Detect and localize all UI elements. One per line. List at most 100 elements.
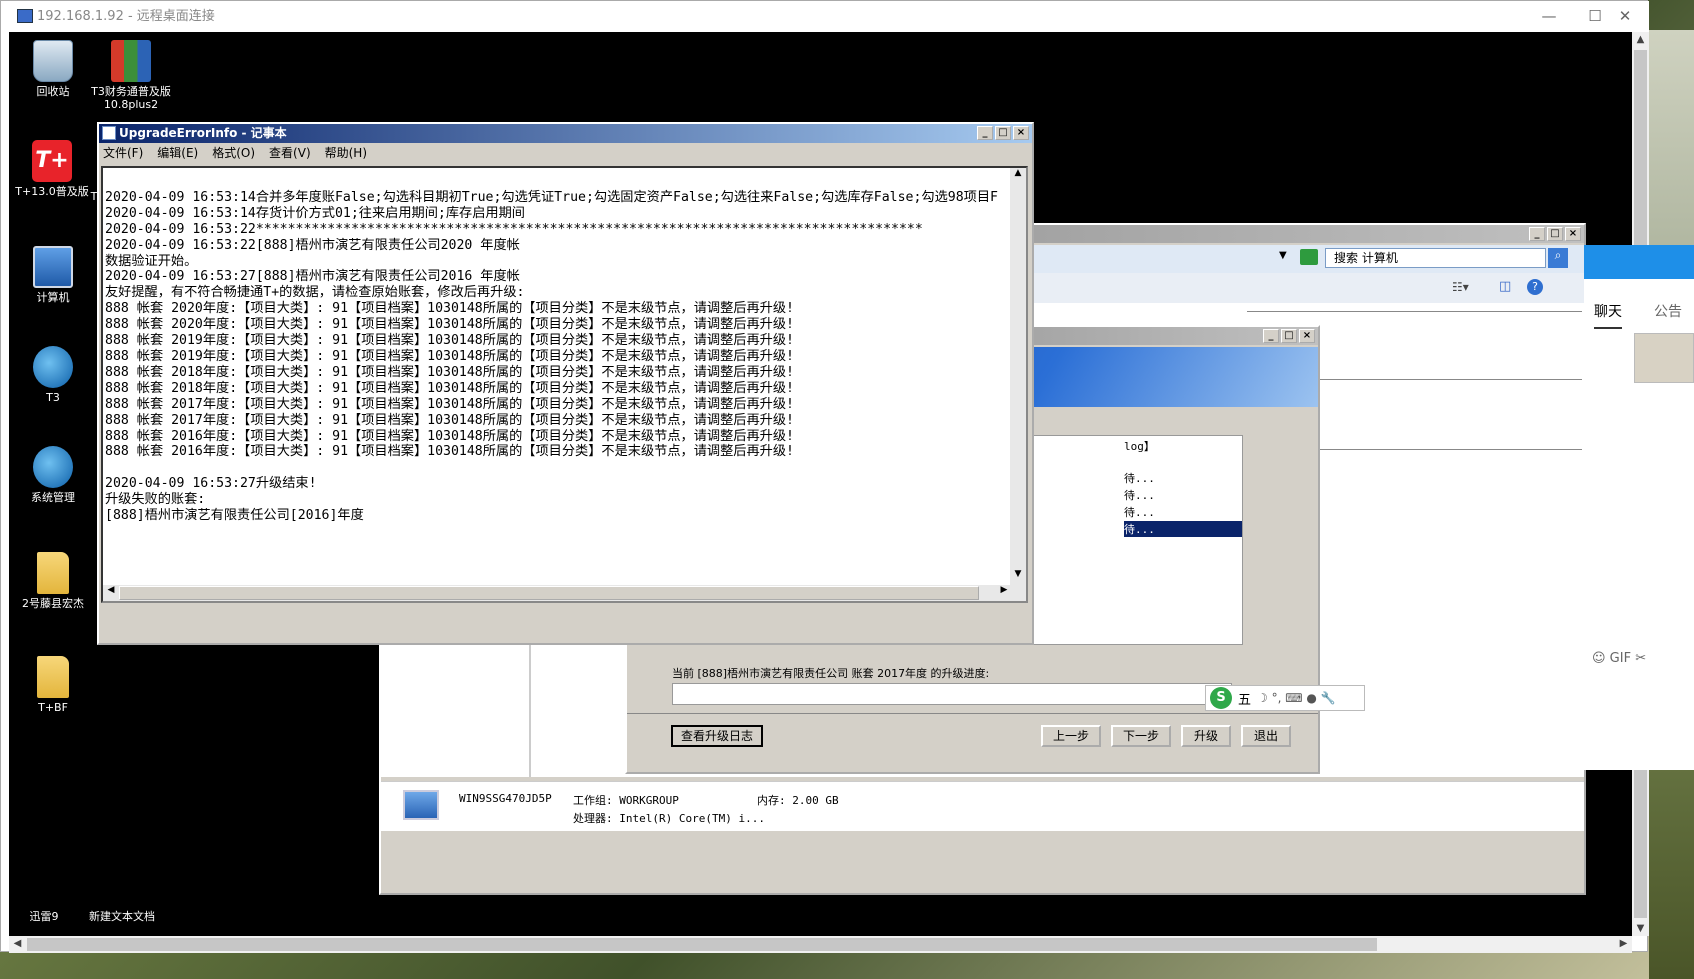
vertical-scrollbar[interactable]: ▲ ▼ (1010, 168, 1026, 601)
list-item[interactable]: 待... (1124, 487, 1155, 503)
menu-help[interactable]: 帮助(H) (325, 143, 367, 163)
horizontal-scrollbar[interactable]: ◀ ▶ (103, 585, 1012, 601)
shared-image-thumbnail[interactable] (1634, 333, 1694, 383)
list-header: log】 (1124, 440, 1155, 453)
notepad-line: 升级失败的账套: (105, 492, 206, 508)
upgrade-progress-bar (672, 683, 1232, 705)
desktop-icon-label: T+13.0普及版 (15, 185, 89, 198)
notepad-line: 888 帐套 2019年度:【项目大类】: 91【项目档案】1030148所属的… (105, 333, 794, 349)
scroll-up-icon[interactable]: ▲ (1010, 168, 1026, 184)
notepad-line: 2020-04-09 16:53:27升级结束! (105, 476, 317, 492)
exit-button[interactable]: 退出 (1241, 725, 1291, 747)
previous-step-button[interactable]: 上一步 (1041, 725, 1101, 747)
upgrade-button[interactable]: 升级 (1181, 725, 1231, 747)
preview-pane-icon[interactable]: ◫ (1499, 279, 1511, 294)
desktop-icon-label: 迅雷9 (29, 910, 59, 923)
help-icon[interactable]: ? (1527, 279, 1543, 295)
list-item[interactable]: 待... (1124, 470, 1155, 486)
desktop-icon-label: T3 (46, 391, 60, 404)
desktop-icon-t3[interactable]: T3 (13, 346, 93, 404)
notepad-window: UpgradeErrorInfo - 记事本 _ □ × 文件(F) 编辑(E)… (97, 122, 1034, 645)
sogou-logo-icon[interactable]: S (1210, 687, 1232, 709)
details-pane: WIN9SSG470JD5P 工作组: WORKGROUP 内存: 2.00 G… (381, 781, 1584, 831)
desktop-icon-label: 计算机 (36, 291, 70, 304)
desktop-icon-label: 系统管理 (31, 491, 75, 504)
close-button[interactable]: × (1013, 126, 1029, 140)
desktop-icon-tplus[interactable]: T+ T+13.0普及版 (9, 140, 95, 198)
notepad-titlebar[interactable]: UpgradeErrorInfo - 记事本 _ □ × (99, 124, 1032, 143)
scroll-thumb[interactable] (119, 586, 979, 600)
refresh-icon[interactable] (1300, 249, 1318, 265)
list-item[interactable]: 待... (1124, 504, 1155, 520)
notepad-text-area[interactable]: 2020-04-09 16:53:14合并多年度账False;勾选科目期初Tru… (101, 166, 1028, 603)
rdp-titlebar[interactable]: 192.168.1.92 - 远程桌面连接 (1, 1, 1649, 32)
scroll-down-icon[interactable]: ▼ (1632, 923, 1649, 934)
ime-toolbar[interactable]: S 五 ☽ °, ⌨ ● 🔧 (1205, 685, 1365, 711)
chevron-down-icon[interactable]: ▼ (1279, 250, 1287, 261)
rdp-close-button[interactable]: ✕ (1602, 1, 1648, 32)
notepad-line: 友好提醒，有不符合畅捷通T+的数据，请检查原始账套，修改后再升级: (105, 285, 525, 301)
notepad-line (105, 460, 1005, 476)
desktop-icon-t3-finance[interactable]: T3财务通普及版10.8plus2 (87, 40, 175, 111)
menu-edit[interactable]: 编辑(E) (157, 143, 198, 163)
chat-toolbar-icons[interactable]: ☺ GIF ✂ (1592, 651, 1646, 666)
list-item-selected[interactable]: 待... (1124, 521, 1242, 537)
desktop-icon-label: 回收站 (36, 85, 70, 98)
menu-format[interactable]: 格式(O) (212, 143, 255, 163)
scroll-down-icon[interactable]: ▼ (1010, 569, 1026, 585)
close-button[interactable]: × (1299, 329, 1315, 343)
minimize-button[interactable]: _ (1529, 227, 1545, 241)
rdp-title-text: 192.168.1.92 - 远程桌面连接 (37, 9, 215, 24)
view-options-icon[interactable]: ☷▾ (1452, 280, 1469, 294)
search-icon[interactable]: ⌕ (1548, 248, 1568, 268)
desktop-icon-recycle-bin[interactable]: 回收站 (13, 40, 93, 98)
scroll-up-icon[interactable]: ▲ (1632, 34, 1649, 45)
ime-mode-label[interactable]: 五 (1238, 689, 1251, 708)
chat-header (1584, 245, 1694, 279)
minimize-button[interactable]: _ (1263, 329, 1279, 343)
desktop-icon-folder-1[interactable]: 2号藤县宏杰 (11, 552, 95, 610)
desktop-icon-xunlei[interactable]: 迅雷9 (9, 910, 79, 923)
notepad-line: 888 帐套 2018年度:【项目大类】: 91【项目档案】1030148所属的… (105, 380, 794, 396)
notepad-title: UpgradeErrorInfo - 记事本 (119, 126, 287, 140)
scroll-left-icon[interactable]: ◀ (9, 938, 26, 949)
maximize-button[interactable]: □ (995, 126, 1011, 140)
system-management-icon (33, 446, 73, 488)
computer-name: WIN9SSG470JD5P (459, 792, 552, 805)
next-step-button[interactable]: 下一步 (1111, 725, 1171, 747)
desktop-icon-label: T+BF (38, 701, 68, 714)
close-button[interactable]: × (1565, 227, 1581, 241)
scroll-right-icon[interactable]: ▶ (1615, 938, 1632, 949)
scroll-right-icon[interactable]: ▶ (996, 585, 1012, 601)
tab-notice[interactable]: 公告 (1654, 301, 1682, 321)
desktop-icon-new-text[interactable]: 新建文本文档 (77, 910, 167, 923)
computer-icon (403, 790, 439, 820)
rdp-hscroll-thumb[interactable] (27, 938, 1377, 951)
rdp-horizontal-scrollbar[interactable]: ◀ ▶ (9, 936, 1632, 953)
maximize-button[interactable]: □ (1547, 227, 1563, 241)
notepad-line: 888 帐套 2016年度:【项目大类】: 91【项目档案】1030148所属的… (105, 444, 794, 460)
tab-chat[interactable]: 聊天 (1594, 301, 1622, 329)
ime-tool-icons[interactable]: ☽ °, ⌨ ● 🔧 (1257, 691, 1336, 705)
notepad-menubar: 文件(F) 编辑(E) 格式(O) 查看(V) 帮助(H) (99, 143, 1032, 163)
notepad-line: 888 帐套 2017年度:【项目大类】: 91【项目档案】1030148所属的… (105, 412, 794, 428)
desktop-icon-folder-2[interactable]: T+BF (13, 656, 93, 714)
maximize-button[interactable]: □ (1281, 329, 1297, 343)
search-input[interactable]: 搜索 计算机 (1325, 248, 1546, 268)
notepad-line: [888]梧州市演艺有限责任公司[2016]年度 (105, 508, 364, 524)
desktop-icon-system-management[interactable]: 系统管理 (13, 446, 93, 504)
remote-screen: 回收站 T3财务通普及版10.8plus2 T+ T+13.0普及版 T 计算机… (9, 32, 1632, 936)
menu-view[interactable]: 查看(V) (269, 143, 311, 163)
scroll-left-icon[interactable]: ◀ (103, 585, 119, 601)
menu-file[interactable]: 文件(F) (103, 143, 143, 163)
notepad-line: 888 帐套 2020年度:【项目大类】: 91【项目档案】1030148所属的… (105, 301, 794, 317)
desktop-icon-computer[interactable]: 计算机 (13, 246, 93, 304)
t3-globe-icon (33, 346, 73, 388)
divider (627, 713, 1318, 714)
folder-icon (37, 656, 69, 698)
tplus-logo-icon: T+ (32, 140, 72, 182)
view-upgrade-log-button[interactable]: 查看升级日志 (671, 725, 763, 747)
minimize-button[interactable]: _ (977, 126, 993, 140)
rdp-minimize-button[interactable]: — (1526, 1, 1572, 32)
notepad-line: 888 帐套 2016年度:【项目大类】: 91【项目档案】1030148所属的… (105, 428, 794, 444)
